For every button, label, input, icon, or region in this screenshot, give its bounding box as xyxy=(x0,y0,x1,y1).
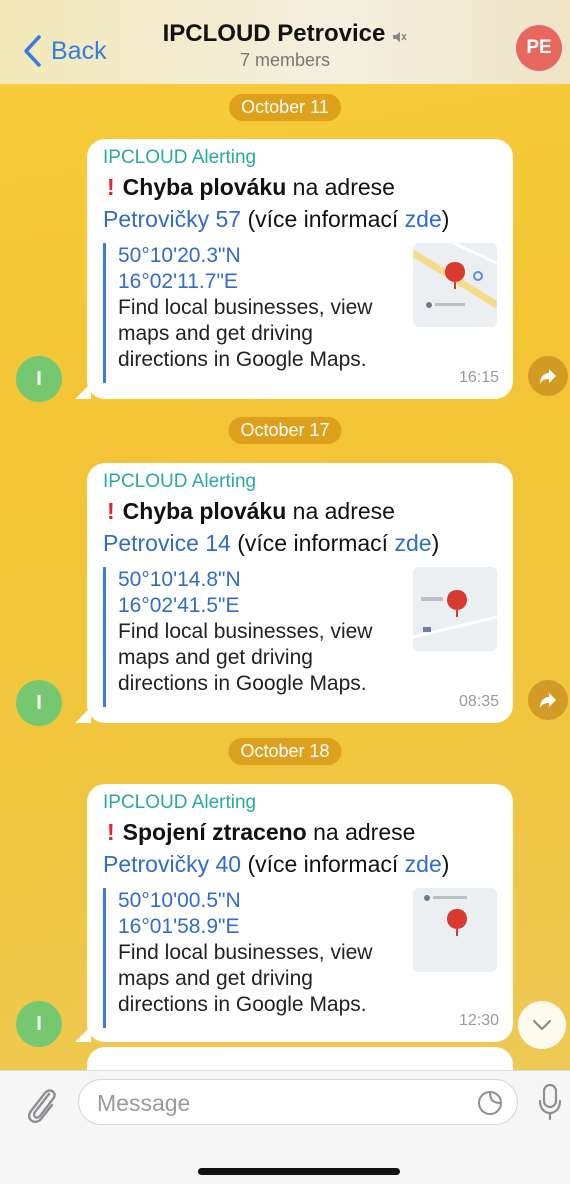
share-button[interactable] xyxy=(528,356,568,396)
link-preview[interactable]: 50°10'00.5"N 16°01'58.9"E Find local bus… xyxy=(103,888,497,1028)
link-preview[interactable]: 50°10'20.3"N 16°02'11.7"E Find local bus… xyxy=(103,243,497,383)
info-suffix: ) xyxy=(431,530,440,556)
message-bubble[interactable]: IPCLOUD Alerting ! Chyba plováku na adres… xyxy=(75,139,513,399)
bubble-tail xyxy=(75,1026,91,1042)
info-suffix: ) xyxy=(441,851,450,877)
address-line: Petrovičky 40 (více informací zde) xyxy=(103,848,497,880)
map-pin-icon xyxy=(413,243,497,327)
share-button[interactable] xyxy=(528,680,568,720)
sender-avatar[interactable]: I xyxy=(16,356,62,402)
info-prefix: (více informací xyxy=(237,530,389,556)
alert-line: ! Chyba plováku na adrese xyxy=(103,171,497,203)
microphone-icon[interactable] xyxy=(538,1083,562,1121)
sender-name[interactable]: IPCLOUD Alerting xyxy=(103,147,497,169)
bubble-tail xyxy=(75,707,91,723)
message-input-field[interactable] xyxy=(78,1079,518,1126)
map-thumbnail[interactable] xyxy=(413,243,497,327)
preview-description: Find local businesses, view maps and get… xyxy=(118,296,373,371)
sender-name[interactable]: IPCLOUD Alerting xyxy=(103,792,497,814)
exclamation-icon: ! xyxy=(107,819,115,845)
share-arrow-icon xyxy=(540,369,556,384)
alert-title: Chyba plováku xyxy=(122,174,287,200)
composer-bar xyxy=(0,1070,570,1184)
sender-avatar[interactable]: I xyxy=(16,1001,62,1047)
bubble-tail xyxy=(75,383,91,399)
date-separator: October 18 xyxy=(228,738,342,765)
alert-text: na adrese xyxy=(313,819,416,845)
message-input[interactable] xyxy=(95,1080,459,1126)
message-time: 16:15 xyxy=(458,369,499,386)
alert-line: ! Spojení ztraceno na adrese xyxy=(103,816,497,848)
chat-header: Back IPCLOUD Petrovice 7 members PE xyxy=(0,0,570,85)
map-pin-icon xyxy=(413,888,497,972)
date-separator: October 11 xyxy=(229,94,341,121)
info-link[interactable]: zde xyxy=(405,851,442,877)
address-link[interactable]: Petrovice 14 xyxy=(103,530,231,556)
chat-area[interactable]: October 11 IPCLOUD Alerting ! Chyba plová… xyxy=(0,84,570,1070)
alert-title: Chyba plováku xyxy=(122,498,287,524)
message-bubble-partial[interactable] xyxy=(87,1047,513,1070)
alert-text: na adrese xyxy=(292,174,395,200)
chat-title: IPCLOUD Petrovice xyxy=(162,20,386,47)
paperclip-icon[interactable] xyxy=(24,1085,58,1125)
address-line: Petrovice 14 (více informací zde) xyxy=(103,527,497,559)
map-thumbnail[interactable] xyxy=(413,567,497,651)
chevron-down-icon xyxy=(532,1019,552,1031)
home-indicator xyxy=(198,1168,400,1175)
sender-avatar[interactable]: I xyxy=(16,680,62,726)
alert-text: na adrese xyxy=(292,498,395,524)
exclamation-icon: ! xyxy=(107,498,115,524)
message-bubble[interactable]: IPCLOUD Alerting ! Chyba plováku na adres… xyxy=(75,463,513,723)
group-avatar[interactable]: PE xyxy=(516,25,562,71)
muted-speaker-icon xyxy=(393,31,407,42)
exclamation-icon: ! xyxy=(107,174,115,200)
info-prefix: (více informací xyxy=(247,206,399,232)
map-thumbnail[interactable] xyxy=(413,888,497,972)
message-bubble[interactable]: IPCLOUD Alerting ! Spojení ztraceno na ad… xyxy=(75,784,513,1042)
chat-title-area[interactable]: IPCLOUD Petrovice 7 members xyxy=(0,20,570,71)
address-link[interactable]: Petrovičky 40 xyxy=(103,851,241,877)
info-suffix: ) xyxy=(441,206,450,232)
sticker-icon[interactable] xyxy=(477,1090,503,1116)
preview-description: Find local businesses, view maps and get… xyxy=(118,620,373,695)
info-link[interactable]: zde xyxy=(405,206,442,232)
map-pin-icon xyxy=(413,567,497,651)
share-arrow-icon xyxy=(540,693,556,708)
scroll-down-button[interactable] xyxy=(518,1001,566,1049)
address-line: Petrovičky 57 (více informací zde) xyxy=(103,203,497,235)
date-separator: October 17 xyxy=(228,417,342,444)
preview-description: Find local businesses, view maps and get… xyxy=(118,941,373,1016)
alert-line: ! Chyba plováku na adrese xyxy=(103,495,497,527)
message-time: 08:35 xyxy=(458,693,499,710)
info-prefix: (více informací xyxy=(247,851,399,877)
member-count: 7 members xyxy=(239,50,331,70)
link-preview[interactable]: 50°10'14.8"N 16°02'41.5"E Find local bus… xyxy=(103,567,497,707)
address-link[interactable]: Petrovičky 57 xyxy=(103,206,241,232)
info-link[interactable]: zde xyxy=(394,530,431,556)
message-time: 12:30 xyxy=(458,1012,499,1029)
alert-title: Spojení ztraceno xyxy=(122,819,307,845)
sender-name[interactable]: IPCLOUD Alerting xyxy=(103,471,497,493)
